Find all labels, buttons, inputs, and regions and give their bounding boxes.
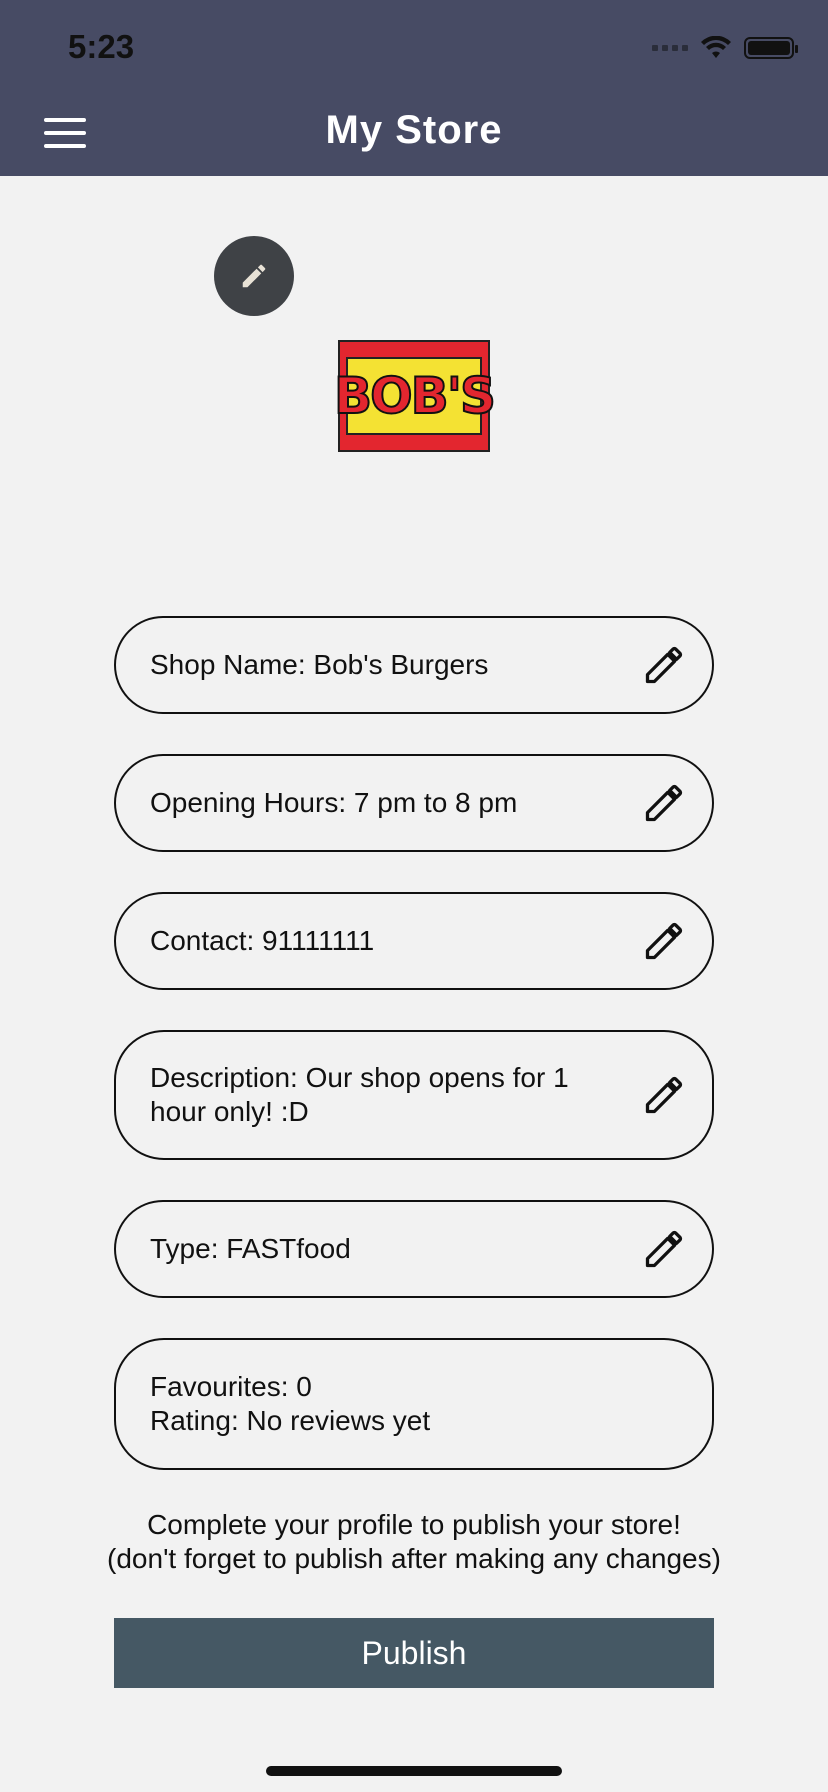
wifi-icon bbox=[701, 36, 731, 58]
edit-logo-button[interactable] bbox=[214, 236, 294, 316]
publish-button[interactable]: Publish bbox=[114, 1618, 714, 1688]
contact-field-text: Contact: 91111111 bbox=[150, 925, 375, 956]
battery-icon bbox=[744, 37, 798, 59]
contact-field[interactable]: Contact: 91111111 bbox=[114, 892, 714, 990]
opening-hours-field-text: Opening Hours: 7 pm to 8 pm bbox=[150, 787, 518, 818]
type-field-text: Type: FASTfood bbox=[150, 1233, 351, 1264]
pencil-icon bbox=[242, 264, 266, 288]
pencil-icon[interactable] bbox=[642, 643, 686, 687]
app-header: 5:23 My Store bbox=[0, 0, 828, 176]
publish-info-line1: Complete your profile to publish your st… bbox=[147, 1509, 681, 1540]
stats-field: Favourites: 0 Rating: No reviews yet bbox=[114, 1338, 714, 1470]
status-icons bbox=[652, 36, 798, 60]
status-time: 5:23 bbox=[68, 28, 135, 65]
pencil-icon[interactable] bbox=[642, 919, 686, 963]
type-field[interactable]: Type: FASTfood bbox=[114, 1200, 714, 1298]
pencil-icon[interactable] bbox=[642, 1227, 686, 1271]
publish-info-line2: (don't forget to publish after making an… bbox=[107, 1543, 721, 1574]
signal-icon bbox=[652, 45, 688, 51]
store-logo: BOB'S bbox=[333, 340, 497, 452]
store-logo-text: BOB'S bbox=[333, 357, 497, 435]
page-title: My Store bbox=[325, 108, 503, 152]
shop-name-field-text: Shop Name: Bob's Burgers bbox=[150, 649, 489, 680]
description-field[interactable]: Description: Our shop opens for 1 hour o… bbox=[114, 1030, 714, 1160]
home-indicator bbox=[266, 1766, 562, 1776]
opening-hours-field[interactable]: Opening Hours: 7 pm to 8 pm bbox=[114, 754, 714, 852]
publish-info: Complete your profile to publish your st… bbox=[0, 1508, 828, 1576]
description-field-text: Description: Our shop opens for 1 hour o… bbox=[150, 1062, 569, 1127]
stats-field-text: Favourites: 0 Rating: No reviews yet bbox=[150, 1371, 431, 1436]
shop-name-field[interactable]: Shop Name: Bob's Burgers bbox=[114, 616, 714, 714]
pencil-icon[interactable] bbox=[642, 1073, 686, 1117]
pencil-icon[interactable] bbox=[642, 781, 686, 825]
